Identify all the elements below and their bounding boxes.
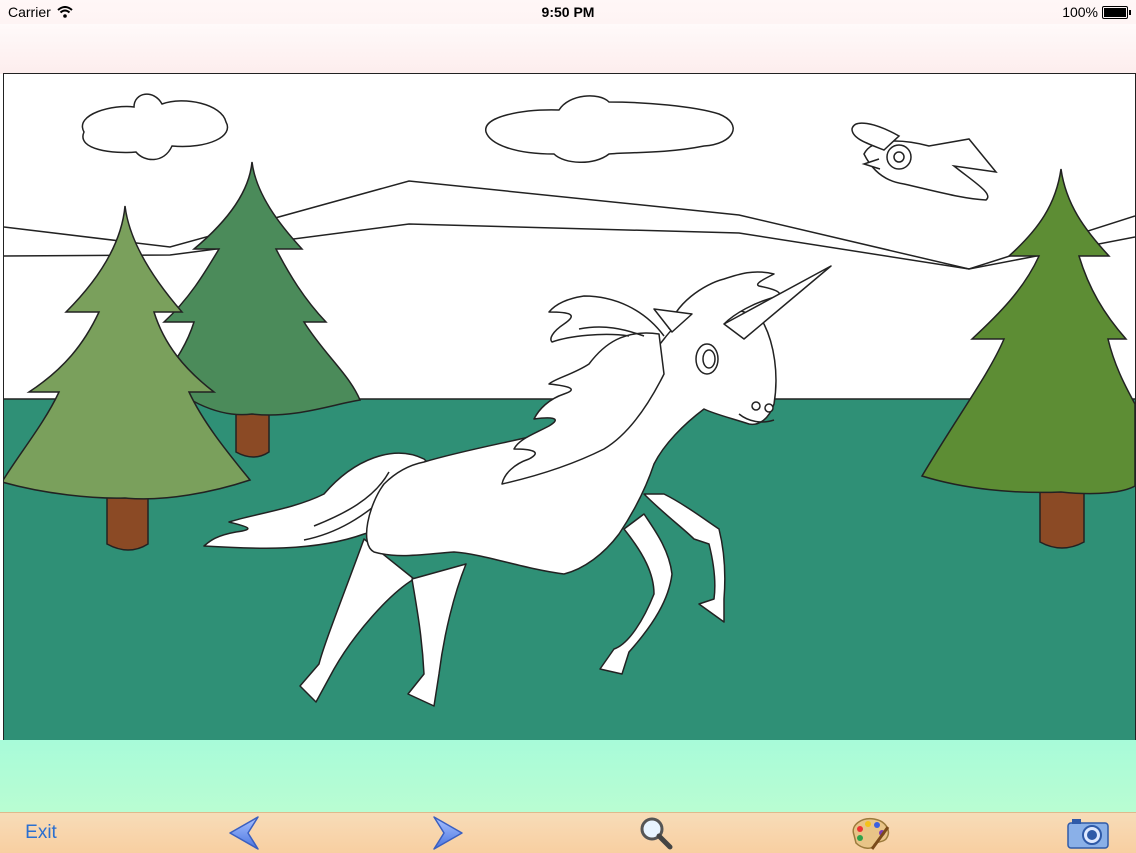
camera-icon (1067, 819, 1109, 849)
battery-percent: 100% (1062, 4, 1098, 20)
zoom-button[interactable] (634, 813, 678, 853)
clock: 9:50 PM (541, 4, 595, 20)
camera-button[interactable] (1064, 813, 1112, 853)
cloud-left[interactable] (81, 93, 229, 161)
palette-icon (852, 817, 890, 850)
exit-button[interactable]: Exit (16, 813, 66, 853)
ground-band (0, 740, 1136, 812)
previous-arrow-icon (229, 816, 259, 850)
magnifier-icon (640, 817, 673, 850)
status-bar: Carrier 9:50 PM 100% (0, 0, 1136, 24)
status-right: 100% (1062, 4, 1131, 20)
palette-button[interactable] (846, 813, 894, 853)
previous-button[interactable] (222, 813, 266, 853)
next-button[interactable] (426, 813, 470, 853)
bottom-toolbar: Exit (0, 812, 1136, 853)
next-arrow-icon (433, 816, 463, 850)
coloring-picture[interactable] (4, 74, 1135, 740)
battery-icon (1102, 5, 1131, 19)
battery-fill (1104, 7, 1126, 17)
top-band (0, 24, 1136, 74)
cloud-right[interactable] (485, 95, 734, 163)
bird-drawing[interactable] (851, 122, 998, 201)
coloring-canvas[interactable] (3, 73, 1136, 741)
